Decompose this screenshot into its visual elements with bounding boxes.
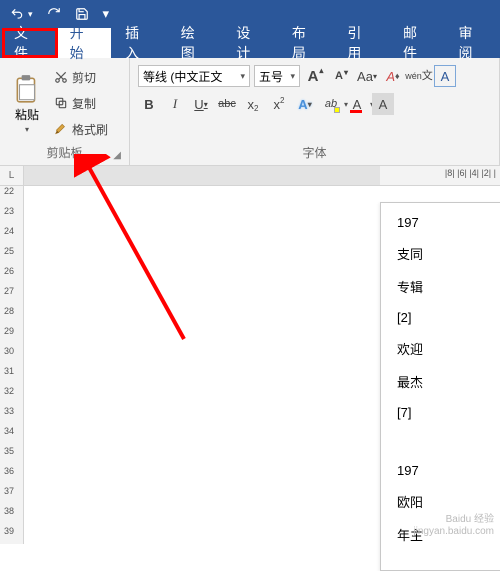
document-text-line[interactable]: [7] <box>397 405 500 420</box>
vruler-tick: 26 <box>4 266 14 276</box>
format-painter-button[interactable]: 格式刷 <box>54 118 108 140</box>
italic-button[interactable]: I <box>164 93 186 115</box>
document-text-line[interactable]: 专辑 <box>397 277 500 296</box>
document-canvas[interactable]: 197 支同专辑 [2] 欢迎最杰 [7] 197 欧阳年主 <box>24 186 500 544</box>
tab-review[interactable]: 审阅 <box>445 28 500 58</box>
vruler-tick: 32 <box>4 386 14 396</box>
paste-label: 粘贴 <box>15 106 39 123</box>
paste-button[interactable]: 粘贴 ▾ <box>6 62 48 142</box>
vruler-tick: 25 <box>4 246 14 256</box>
document-text-line[interactable]: 最杰 <box>397 372 500 391</box>
group-font: 等线 (中文正文▾ 五号▾ A A Aa▾ A♦ wén文 A B I U▾ a… <box>130 58 500 165</box>
phonetic-guide-button[interactable]: wén文 <box>408 65 430 87</box>
copy-button[interactable]: 复制 <box>54 92 108 114</box>
tab-home[interactable]: 开始 <box>56 28 112 58</box>
tab-layout[interactable]: 布局 <box>278 28 334 58</box>
text-effects-button[interactable]: A▾ <box>294 93 316 115</box>
vruler-tick: 31 <box>4 366 14 376</box>
clear-format-button[interactable]: A♦ <box>382 65 404 87</box>
document-page[interactable]: 197 支同专辑 [2] 欢迎最杰 [7] 197 欧阳年主 <box>380 202 500 571</box>
vruler-tick: 33 <box>4 406 14 416</box>
vruler-tick: 23 <box>4 206 14 216</box>
vruler-tick: 38 <box>4 506 14 516</box>
cut-label: 剪切 <box>72 69 96 86</box>
vruler-tick: 34 <box>4 426 14 436</box>
document-text-line[interactable]: 197 <box>397 215 500 230</box>
ruler-corner[interactable]: L <box>0 166 24 186</box>
font-name-select[interactable]: 等线 (中文正文▾ <box>138 65 250 87</box>
document-text-line[interactable]: 支同 <box>397 244 500 263</box>
clipboard-launcher-icon[interactable]: ◢ <box>113 150 121 161</box>
group-clipboard: 粘贴 ▾ 剪切 复制 格式刷 剪贴板 ◢ <box>0 58 130 165</box>
hruler-ticks: |8| |6| |4| |2| | <box>445 168 496 178</box>
vruler-tick: 36 <box>4 466 14 476</box>
vruler-tick: 27 <box>4 286 14 296</box>
underline-button[interactable]: U▾ <box>190 93 212 115</box>
tab-mailings[interactable]: 邮件 <box>389 28 445 58</box>
char-border-button[interactable]: A <box>434 65 456 87</box>
shrink-font-button[interactable]: A <box>330 65 352 87</box>
group-clipboard-label: 剪贴板 ◢ <box>6 142 123 163</box>
vruler-tick: 37 <box>4 486 14 496</box>
ribbon: 粘贴 ▾ 剪切 复制 格式刷 剪贴板 ◢ <box>0 58 500 166</box>
undo-button[interactable] <box>10 7 24 21</box>
copy-label: 复制 <box>72 95 96 112</box>
tab-file[interactable]: 文件 <box>0 28 56 58</box>
vertical-ruler[interactable]: 22 23 24 25 26 27 28 29 30 31 32 33 34 35 36 37 38 39 <box>0 186 24 544</box>
vruler-tick: 35 <box>4 446 14 456</box>
document-text-line[interactable]: 年主 <box>397 525 500 544</box>
cut-button[interactable]: 剪切 <box>54 66 108 88</box>
vruler-tick: 29 <box>4 326 14 336</box>
bold-button[interactable]: B <box>138 93 160 115</box>
tab-draw[interactable]: 绘图 <box>167 28 223 58</box>
vruler-tick: 22 <box>4 186 14 196</box>
horizontal-ruler[interactable]: |8| |6| |4| |2| | <box>24 166 500 186</box>
customize-qat-button[interactable]: ▾ <box>103 6 110 22</box>
document-text-line[interactable]: [2] <box>397 310 500 325</box>
redo-button[interactable] <box>47 7 61 21</box>
vruler-tick: 30 <box>4 346 14 356</box>
font-size-select[interactable]: 五号▾ <box>254 65 300 87</box>
document-text-line[interactable]: 197 <box>397 463 500 478</box>
char-shading-button[interactable]: A <box>372 93 394 115</box>
subscript-button[interactable]: x2 <box>242 93 264 115</box>
undo-dropdown[interactable]: ▾ <box>28 9 33 20</box>
vruler-tick: 24 <box>4 226 14 236</box>
document-text-line[interactable]: 欧阳 <box>397 492 500 511</box>
tab-insert[interactable]: 插入 <box>111 28 167 58</box>
tab-design[interactable]: 设计 <box>222 28 278 58</box>
workspace: L |8| |6| |4| |2| | 22 23 24 25 26 27 28 29 30 31… <box>0 166 500 544</box>
superscript-button[interactable]: x2 <box>268 93 290 115</box>
save-button[interactable] <box>75 7 89 21</box>
ribbon-tabs: 文件 开始 插入 绘图 设计 布局 引用 邮件 审阅 <box>0 28 500 58</box>
format-painter-label: 格式刷 <box>72 121 108 138</box>
vruler-tick: 28 <box>4 306 14 316</box>
document-text-line[interactable] <box>397 434 500 449</box>
group-font-label: 字体 <box>136 142 493 163</box>
grow-font-button[interactable]: A <box>304 65 326 87</box>
document-text-line[interactable]: 欢迎 <box>397 339 500 358</box>
strikethrough-button[interactable]: abc <box>216 93 238 115</box>
vruler-tick: 39 <box>4 526 14 536</box>
change-case-button[interactable]: Aa▾ <box>356 65 378 87</box>
font-color-button[interactable]: A▾ <box>346 93 368 115</box>
highlight-button[interactable]: ab▾ <box>320 93 342 115</box>
tab-references[interactable]: 引用 <box>333 28 389 58</box>
